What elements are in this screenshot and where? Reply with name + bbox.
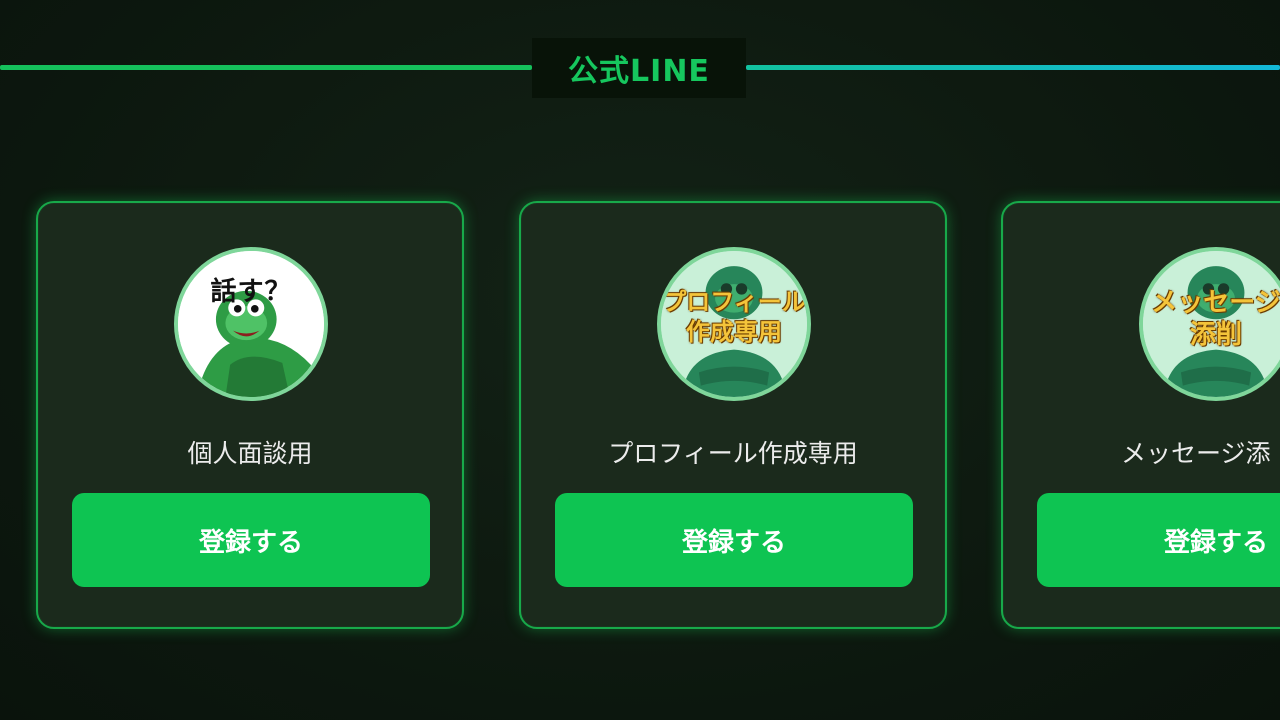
card-title: 個人面談用 — [187, 439, 313, 468]
frog-hoodie-talking-icon: 話す？ — [174, 247, 328, 401]
section-title: 公式LINE — [568, 54, 710, 89]
frog-hoodie-message-icon: メッセージ 添削 — [1139, 247, 1280, 401]
avatar-caption: プロフィール 作成専用 — [661, 287, 807, 347]
header-divider-left — [0, 65, 532, 70]
avatar-caption-line1: メッセージ — [1151, 288, 1280, 318]
avatar-caption-line2: 作成専用 — [686, 317, 782, 346]
register-button[interactable]: 登録する — [1037, 493, 1280, 587]
line-card-message-review: メッセージ 添削 メッセージ添 登録する — [1001, 201, 1280, 629]
avatar-caption: メッセージ 添削 — [1143, 287, 1280, 351]
avatar-caption-line1: プロフィール — [662, 287, 806, 316]
line-card-profile-creation: プロフィール 作成専用 プロフィール作成専用 登録する — [519, 201, 947, 629]
frog-hoodie-profile-icon: プロフィール 作成専用 — [657, 247, 811, 401]
card-title: プロフィール作成専用 — [608, 439, 858, 468]
section-title-box: 公式LINE — [532, 38, 746, 98]
avatar-caption-line2: 添削 — [1189, 320, 1242, 350]
register-button[interactable]: 登録する — [72, 493, 430, 587]
line-accounts-page: 公式LINE 話す？ 個人面談用 登録する プロフィール 作成専用 プロフィール… — [0, 0, 1280, 720]
avatar-caption: 話す？ — [210, 277, 292, 307]
line-card-personal-interview: 話す？ 個人面談用 登録する — [36, 201, 464, 629]
section-header: 公式LINE — [0, 38, 1280, 98]
card-title: メッセージ添 — [1121, 439, 1271, 468]
register-button[interactable]: 登録する — [555, 493, 913, 587]
header-divider-right — [746, 65, 1280, 70]
